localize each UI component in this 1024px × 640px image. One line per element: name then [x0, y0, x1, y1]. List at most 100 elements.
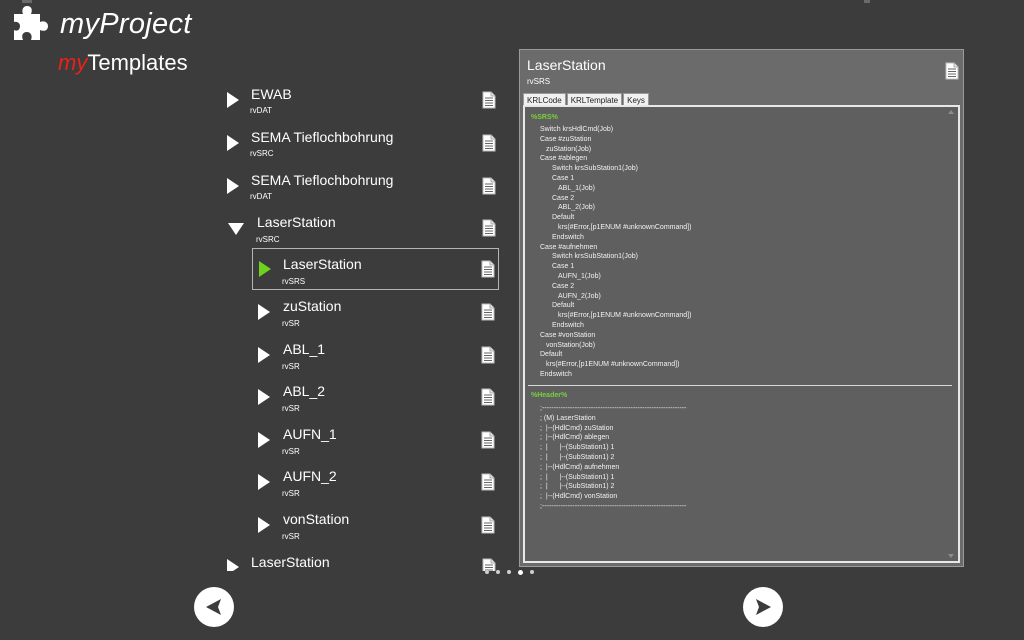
document-icon[interactable]: [481, 516, 495, 534]
item-title: LaserStation: [283, 256, 362, 272]
tree-item-sema-dat[interactable]: SEMA Tieflochbohrung rvDAT: [220, 170, 500, 210]
code-line: krs(#Error,[p1ENUM #unknownCommand]): [558, 224, 692, 231]
preview-title: LaserStation: [527, 57, 606, 73]
preview-type: rvSRS: [527, 77, 551, 86]
template-tree: EWAB rvDAT SEMA Tieflochbohrung rvSRC SE…: [0, 0, 520, 640]
item-title: ABL_1: [283, 341, 326, 357]
scroll-up-icon[interactable]: [948, 110, 954, 114]
code-line: Switch krsSubStation1(Job): [552, 253, 638, 261]
expand-arrow-icon[interactable]: [227, 178, 239, 194]
page-dot[interactable]: [485, 570, 489, 574]
item-type: rvSRS: [282, 277, 306, 286]
code-line: ; | |--(SubStation1) 2: [540, 454, 615, 461]
previous-button[interactable]: [194, 587, 234, 627]
expand-arrow-icon[interactable]: [258, 304, 270, 320]
item-type: rvSR: [282, 447, 300, 456]
item-title: LaserStation: [257, 214, 336, 230]
item-type: rvSRC: [250, 149, 274, 158]
selected-arrow-icon[interactable]: [259, 261, 271, 277]
item-title: LaserStation: [251, 554, 330, 570]
code-line: Case 1: [552, 175, 575, 182]
expand-arrow-icon[interactable]: [258, 517, 270, 533]
expand-arrow-icon[interactable]: [258, 432, 270, 448]
arrow-left-icon: [206, 599, 221, 615]
item-title: AUFN_1: [283, 426, 337, 442]
item-type: rvDAT: [250, 192, 273, 201]
expand-arrow-icon[interactable]: [227, 559, 239, 571]
expand-arrow-icon[interactable]: [258, 347, 270, 363]
expand-arrow-icon[interactable]: [227, 92, 239, 108]
next-button[interactable]: [743, 587, 783, 627]
tree-item-zustation[interactable]: zuStation rvSR: [252, 296, 499, 336]
document-icon[interactable]: [481, 431, 495, 449]
code-line: Case #zuStation: [540, 135, 592, 143]
item-type: rvSR: [282, 489, 300, 498]
page-dot[interactable]: [496, 570, 500, 574]
item-type: rvSR: [282, 362, 300, 371]
code-view[interactable]: %SRS% Switch krsHdlCmd(Job) Case #zuStati…: [523, 105, 960, 563]
tree-item-ewab[interactable]: EWAB rvDAT: [220, 84, 500, 124]
tree-item-sema-src[interactable]: SEMA Tieflochbohrung rvSRC: [220, 127, 500, 167]
section-srs-heading: %SRS%: [531, 114, 558, 121]
code-line: Case #vonStation: [540, 331, 596, 339]
code-line: ; |--(HdlCmd) zuStation: [540, 424, 614, 432]
document-icon[interactable]: [481, 303, 495, 321]
code-line: ABL_1(Job): [558, 184, 595, 192]
code-line: ;---------------------------------------…: [540, 405, 687, 412]
page-dot[interactable]: [507, 570, 511, 574]
collapse-arrow-icon[interactable]: [228, 223, 244, 235]
code-line: krs(#Error,[p1ENUM #unknownCommand]): [546, 361, 680, 369]
tree-item-abl-2[interactable]: ABL_2 rvSR: [252, 381, 499, 421]
code-line: ; | |--(SubStation1) 1: [540, 444, 615, 452]
document-icon[interactable]: [481, 260, 495, 278]
document-icon[interactable]: [481, 388, 495, 406]
arrow-right-icon: [756, 599, 771, 615]
item-type: rvSR: [282, 532, 300, 541]
code-line: Switch krsHdlCmd(Job): [540, 126, 614, 133]
document-icon[interactable]: [482, 177, 496, 195]
code-line: Case 1: [552, 263, 575, 271]
document-icon[interactable]: [481, 346, 495, 364]
code-line: Case #ablegen: [540, 155, 588, 163]
page-indicator: [485, 570, 534, 575]
tree-item-laserstation-next[interactable]: LaserStation: [220, 553, 500, 571]
code-line: ; |--(HdlCmd) vonStation: [540, 493, 618, 501]
item-title: AUFN_2: [283, 468, 337, 484]
item-type: rvSRC: [256, 235, 280, 244]
tree-item-laserstation-srs-selected[interactable]: LaserStation rvSRS: [252, 248, 499, 290]
code-line: ; (M) LaserStation: [540, 414, 596, 422]
item-type: rvSR: [282, 319, 300, 328]
code-line: Endswitch: [540, 371, 572, 378]
tree-item-vonstation[interactable]: vonStation rvSR: [252, 509, 499, 549]
code-line: krs(#Error,[p1ENUM #unknownCommand]): [558, 312, 692, 320]
code-line: ;---------------------------------------…: [540, 503, 687, 510]
expand-arrow-icon[interactable]: [258, 474, 270, 490]
scroll-down-icon[interactable]: [948, 554, 954, 558]
section-header-heading: %Header%: [531, 392, 568, 399]
code-line: ; | |--(SubStation1) 1: [540, 473, 615, 481]
item-title: SEMA Tieflochbohrung: [251, 172, 394, 188]
code-line: AUFN_1(Job): [558, 273, 601, 280]
code-line: ; | |--(SubStation1) 2: [540, 483, 615, 491]
document-icon[interactable]: [482, 219, 496, 237]
code-line: AUFN_2(Job): [558, 292, 601, 300]
code-line: Case #aufnehmen: [540, 243, 598, 251]
document-icon[interactable]: [945, 62, 959, 80]
document-icon[interactable]: [482, 91, 496, 109]
tree-item-abl-1[interactable]: ABL_1 rvSR: [252, 339, 499, 379]
item-type: rvDAT: [250, 106, 273, 115]
page-dot[interactable]: [530, 570, 534, 574]
expand-arrow-icon[interactable]: [258, 389, 270, 405]
code-line: Case 2: [552, 194, 575, 202]
document-icon[interactable]: [481, 473, 495, 491]
tree-item-aufn-1[interactable]: AUFN_1 rvSR: [252, 424, 499, 464]
code-line: Switch krsSubStation1(Job): [552, 165, 638, 173]
code-line: vonStation(Job): [546, 341, 596, 349]
document-icon[interactable]: [482, 134, 496, 152]
code-line: ABL_2(Job): [558, 204, 595, 212]
expand-arrow-icon[interactable]: [227, 135, 239, 151]
tree-item-laserstation-src[interactable]: LaserStation rvSRC: [220, 212, 500, 252]
page-dot[interactable]: [518, 570, 523, 575]
item-title: zuStation: [283, 298, 342, 314]
tree-item-aufn-2[interactable]: AUFN_2 rvSR: [252, 466, 499, 506]
